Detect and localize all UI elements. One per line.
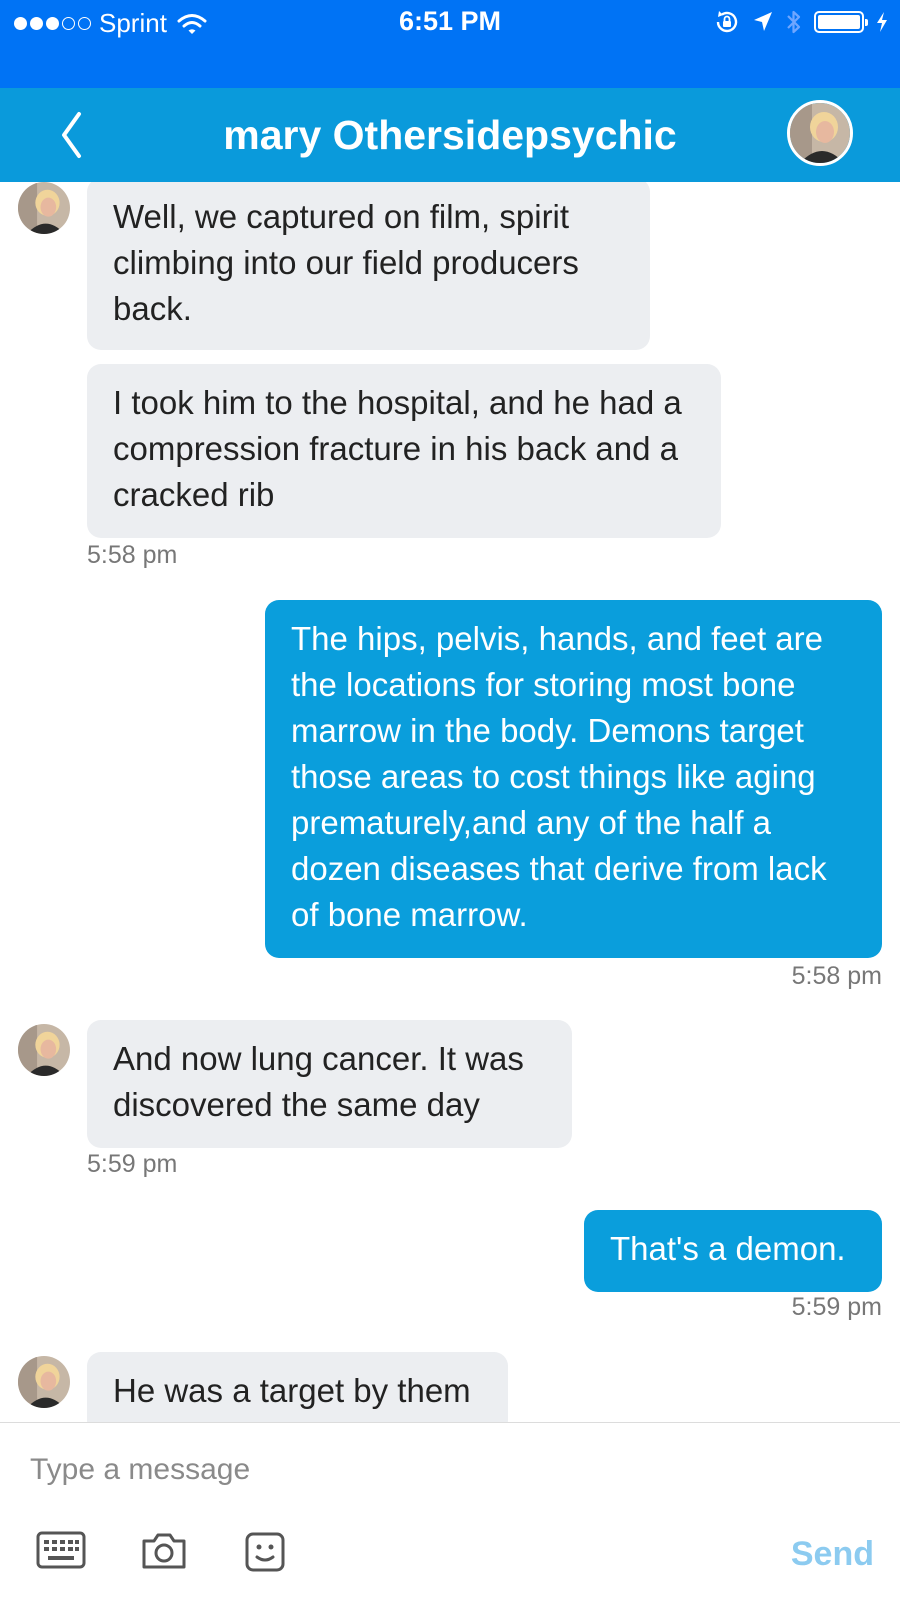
incoming-message-bubble[interactable]: Well, we captured on film, spirit climbi…: [87, 182, 650, 350]
compose-bar: Send: [0, 1422, 900, 1601]
conversation-title[interactable]: mary Othersidepsychic: [0, 88, 900, 182]
message-timestamp: 5:58 pm: [87, 541, 178, 569]
keyboard-icon[interactable]: [36, 1531, 86, 1576]
charging-bolt-icon: [877, 12, 887, 32]
contact-avatar[interactable]: [787, 100, 853, 166]
message-timestamp: 5:59 pm: [791, 1293, 882, 1321]
sender-avatar[interactable]: [18, 182, 70, 234]
bluetooth-icon: [787, 10, 801, 34]
message-timestamp: 5:58 pm: [791, 962, 882, 990]
location-icon: [754, 12, 772, 31]
incoming-message-bubble[interactable]: I took him to the hospital, and he had a…: [87, 364, 721, 538]
conversation-header: mary Othersidepsychic: [0, 88, 900, 182]
sender-avatar[interactable]: [18, 1356, 70, 1408]
message-input[interactable]: [28, 1441, 852, 1499]
sender-avatar[interactable]: [18, 1024, 70, 1076]
battery-fill: [818, 15, 860, 29]
emoji-icon[interactable]: [244, 1531, 288, 1578]
avatar-photo: [790, 103, 850, 163]
send-button[interactable]: Send: [791, 1535, 874, 1574]
status-bar: Sprint 6:51 PM: [0, 0, 900, 88]
incoming-message-bubble[interactable]: And now lung cancer. It was discovered t…: [87, 1020, 572, 1148]
battery-icon: [814, 11, 868, 33]
rotation-lock-icon: [716, 11, 738, 33]
incoming-message-bubble[interactable]: He was a target by them: [87, 1352, 508, 1422]
message-timestamp: 5:59 pm: [87, 1150, 178, 1178]
outgoing-message-bubble[interactable]: The hips, pelvis, hands, and feet are th…: [265, 600, 882, 958]
status-right: [714, 8, 888, 36]
outgoing-message-bubble[interactable]: That's a demon.: [584, 1210, 882, 1292]
message-list[interactable]: Well, we captured on film, spirit climbi…: [0, 182, 900, 1422]
camera-icon[interactable]: [140, 1531, 188, 1576]
